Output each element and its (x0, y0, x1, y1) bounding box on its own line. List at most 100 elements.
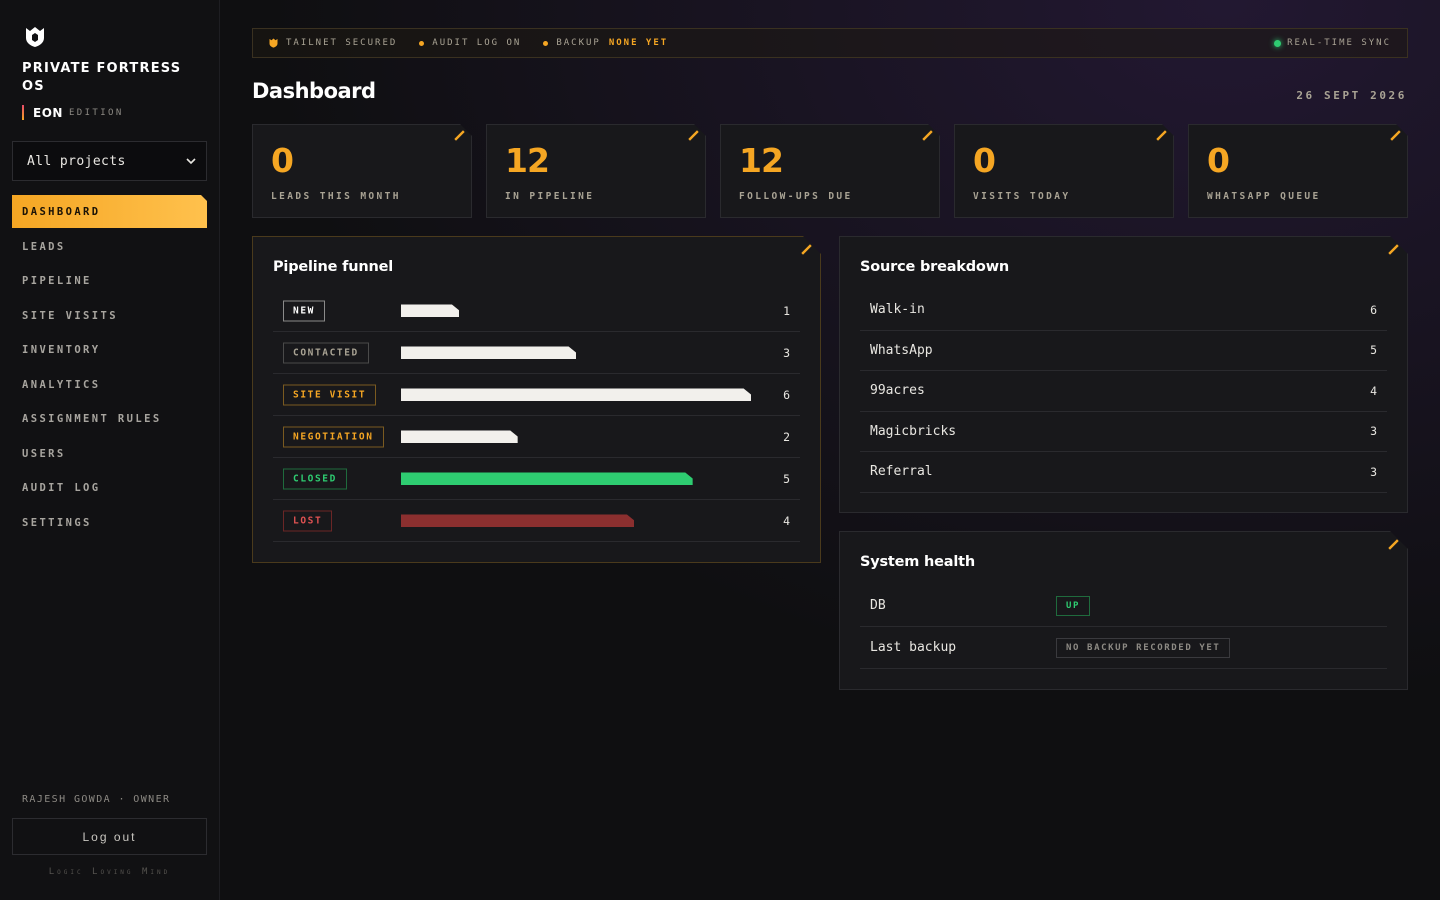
source-count: 3 (1370, 424, 1377, 439)
funnel-row-closed[interactable]: CLOSED 5 (273, 458, 800, 500)
source-name: WhatsApp (870, 342, 933, 358)
page-date: 26 SEPT 2026 (1296, 89, 1407, 102)
project-select[interactable]: All projects (12, 141, 207, 181)
stat-label: WHATSAPP QUEUE (1207, 191, 1321, 202)
health-row-backup: Last backup NO BACKUP RECORDED YET (860, 627, 1387, 669)
stage-chip: LOST (283, 510, 332, 531)
stat-label: FOLLOW-UPS DUE (739, 191, 853, 202)
nav-item-assignment-rules[interactable]: ASSIGNMENT RULES (12, 402, 207, 437)
corner-pencil-icon (922, 129, 934, 141)
funnel-row-negotiation[interactable]: NEGOTIATION 2 (273, 416, 800, 458)
pipeline-funnel-panel: Pipeline funnel NEW 1 CONTACTED 3 SITE V… (252, 236, 821, 563)
main-nav: DASHBOARD LEADS PIPELINE SITE VISITS INV… (12, 195, 207, 540)
source-name: 99acres (870, 383, 925, 399)
brand-name: PRIVATE FORTRESS OS (22, 61, 182, 94)
status-backup-value: NONE YET (608, 38, 669, 48)
stage-count: 6 (783, 387, 790, 402)
status-audit-text: AUDIT LOG ON (432, 38, 522, 48)
funnel-bar (401, 346, 576, 359)
panel-title: Source breakdown (860, 259, 1010, 275)
current-user: RAJESH GOWDA · OWNER (22, 794, 171, 805)
source-count: 5 (1370, 343, 1377, 358)
nav-item-settings[interactable]: SETTINGS (12, 506, 207, 541)
corner-pencil-icon (1388, 538, 1400, 550)
stage-chip: NEGOTIATION (283, 426, 384, 447)
corner-pencil-icon (688, 129, 700, 141)
project-select-value: All projects (27, 153, 126, 169)
nav-item-audit-log[interactable]: AUDIT LOG (12, 471, 207, 506)
funnel-row-site-visit[interactable]: SITE VISIT 6 (273, 374, 800, 416)
funnel-bar (401, 388, 751, 401)
health-row-db: DB UP (860, 585, 1387, 627)
source-count: 4 (1370, 383, 1377, 398)
nav-item-site-visits[interactable]: SITE VISITS (12, 299, 207, 334)
funnel-row-contacted[interactable]: CONTACTED 3 (273, 332, 800, 374)
panel-title: System health (860, 554, 976, 570)
stat-value: 12 (739, 141, 783, 180)
sync-online-icon (1274, 39, 1282, 47)
stat-value: 0 (1207, 141, 1229, 180)
stat-card-leads-month[interactable]: 0 LEADS THIS MONTH (252, 124, 472, 218)
funnel-row-new[interactable]: NEW 1 (273, 290, 800, 332)
funnel-bar (401, 514, 634, 527)
funnel-bar (401, 430, 518, 443)
status-badge: UP (1056, 596, 1090, 616)
stage-count: 5 (783, 471, 790, 486)
stage-chip: CLOSED (283, 468, 347, 489)
stat-card-visits-today[interactable]: 0 VISITS TODAY (954, 124, 1174, 218)
stat-value: 0 (973, 141, 995, 180)
bar-track (401, 346, 751, 359)
status-dot-icon (543, 40, 549, 46)
nav-item-users[interactable]: USERS (12, 437, 207, 472)
logout-button[interactable]: Log out (12, 818, 207, 855)
source-breakdown-panel: Source breakdown Walk-in 6 WhatsApp 5 99… (839, 236, 1408, 513)
status-audit: AUDIT LOG ON (419, 38, 521, 48)
source-row[interactable]: Referral 3 (860, 452, 1387, 493)
source-name: Referral (870, 464, 933, 480)
status-tailnet: TAILNET SECURED (269, 38, 397, 48)
status-strip: TAILNET SECURED AUDIT LOG ON BACKUP NONE… (252, 28, 1408, 58)
stage-count: 2 (783, 429, 790, 444)
stat-label: IN PIPELINE (505, 191, 595, 202)
bar-track (401, 388, 751, 401)
stat-cards: 0 LEADS THIS MONTH 12 IN PIPELINE 12 FOL… (252, 124, 1408, 218)
edition-label: EDITION (68, 107, 124, 118)
panel-title: Pipeline funnel (273, 259, 394, 275)
nav-item-analytics[interactable]: ANALYTICS (12, 368, 207, 403)
shield-icon (269, 38, 278, 48)
status-dot-icon (419, 40, 425, 46)
bar-track (401, 472, 751, 485)
funnel-bar (401, 304, 459, 317)
nav-item-pipeline[interactable]: PIPELINE (12, 264, 207, 299)
bar-track (401, 304, 751, 317)
nav-item-inventory[interactable]: INVENTORY (12, 333, 207, 368)
stage-count: 4 (783, 513, 790, 528)
corner-pencil-icon (1156, 129, 1168, 141)
edition-badge: EON EDITION (22, 105, 124, 120)
source-row[interactable]: Walk-in 6 (860, 290, 1387, 331)
corner-pencil-icon (1388, 243, 1400, 255)
stat-value: 12 (505, 141, 549, 180)
system-health-panel: System health DB UP Last backup NO BACKU… (839, 531, 1408, 690)
bar-track (401, 514, 751, 527)
chevron-down-icon (186, 157, 196, 164)
nav-item-leads[interactable]: LEADS (12, 230, 207, 265)
stat-label: VISITS TODAY (973, 191, 1071, 202)
stat-card-follow-ups[interactable]: 12 FOLLOW-UPS DUE (720, 124, 940, 218)
stat-value: 0 (271, 141, 293, 180)
page-title: Dashboard (252, 79, 376, 103)
stage-chip: CONTACTED (283, 342, 369, 363)
status-backup: BACKUP NONE YET (543, 38, 668, 48)
source-row[interactable]: WhatsApp 5 (860, 331, 1387, 372)
tagline: Logic Loving Mind (48, 867, 171, 877)
nav-item-dashboard[interactable]: DASHBOARD (12, 195, 207, 228)
status-tailnet-text: TAILNET SECURED (286, 38, 398, 48)
corner-pencil-icon (1390, 129, 1402, 141)
health-key: Last backup (870, 640, 957, 655)
source-row[interactable]: 99acres 4 (860, 371, 1387, 412)
stat-card-whatsapp-queue[interactable]: 0 WHATSAPP QUEUE (1188, 124, 1408, 218)
corner-pencil-icon (801, 243, 813, 255)
source-row[interactable]: Magicbricks 3 (860, 412, 1387, 453)
funnel-row-lost[interactable]: LOST 4 (273, 500, 800, 542)
stat-card-in-pipeline[interactable]: 12 IN PIPELINE (486, 124, 706, 218)
